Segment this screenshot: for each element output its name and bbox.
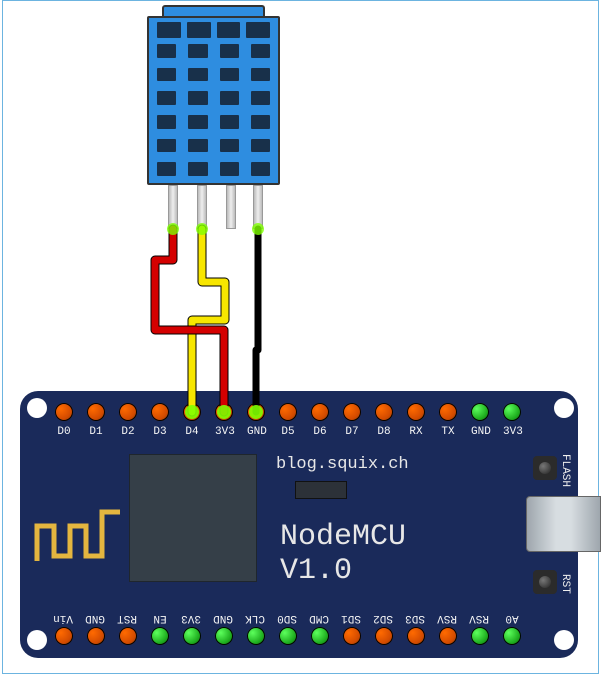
wires <box>0 0 601 676</box>
